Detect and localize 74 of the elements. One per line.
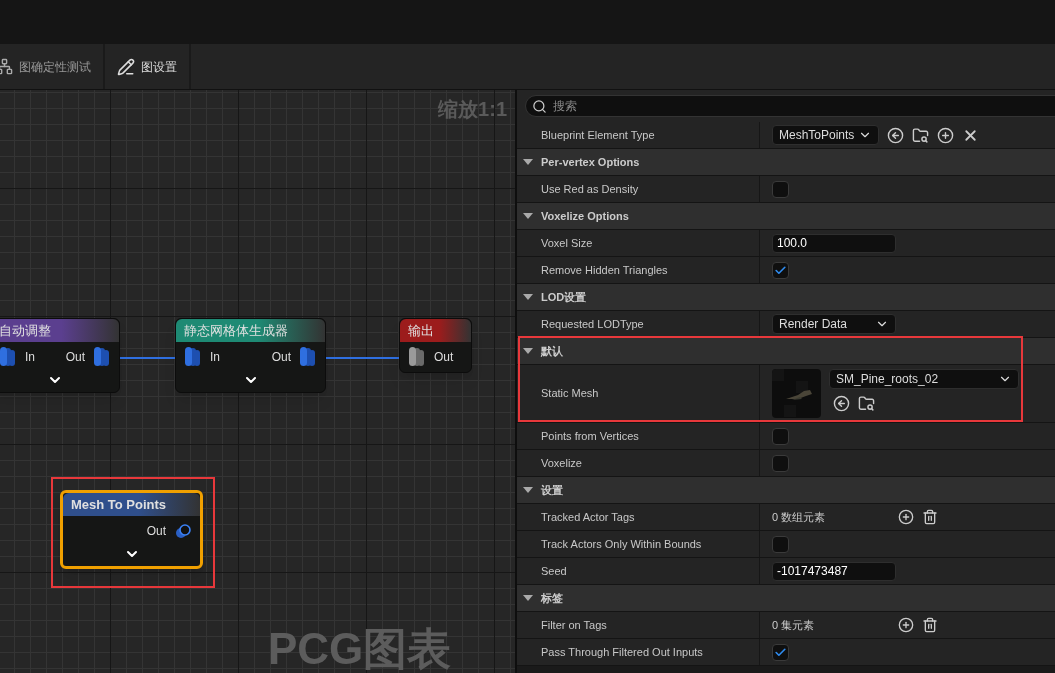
checkbox[interactable] [772, 643, 789, 661]
property-label: Voxel Size [541, 235, 593, 251]
browse-icon[interactable] [912, 126, 930, 144]
pin-icon[interactable] [0, 346, 17, 368]
section-header[interactable]: Per-vertex Options [517, 149, 1055, 176]
browse-icon[interactable] [858, 395, 875, 412]
property-label: Static Mesh [541, 386, 599, 402]
add-icon[interactable] [898, 509, 914, 525]
property-label: Seed [541, 563, 567, 579]
pin-icon[interactable] [174, 523, 192, 539]
number-field[interactable]: -1017473487 [772, 561, 896, 581]
caret-icon [523, 486, 533, 494]
property-label: Tracked Actor Tags [541, 509, 635, 525]
pin-label: Out [271, 349, 291, 366]
graph-node[interactable]: 静态网格体生成器 In Out [175, 318, 326, 393]
check-icon [774, 645, 787, 659]
node-title: Mesh To Points [71, 495, 167, 514]
search-field[interactable]: 搜索 [525, 95, 1055, 117]
check-icon [774, 263, 787, 277]
checkbox[interactable] [772, 454, 789, 472]
section-header[interactable]: LOD设置 [517, 284, 1055, 311]
pin-icon[interactable] [299, 346, 317, 368]
pin-icon[interactable] [408, 346, 426, 368]
dropdown[interactable]: Render Data [772, 314, 896, 334]
property-label: Filter on Tags [541, 617, 607, 633]
checkbox[interactable] [772, 535, 789, 553]
caret-icon [523, 594, 533, 602]
wire [119, 357, 176, 359]
property-label: Track Actors Only Within Bounds [541, 536, 702, 552]
property-label: Remove Hidden Triangles [541, 262, 668, 278]
node-title: 静态网格体生成器 [184, 321, 288, 340]
pin-label: Out [434, 349, 454, 366]
trash-icon[interactable] [922, 617, 938, 633]
graph-node[interactable]: Mesh To Points Out [60, 490, 203, 569]
dropdown[interactable]: MeshToPoints [772, 125, 880, 145]
checkbox[interactable] [772, 427, 789, 445]
property-label: Voxelize [541, 455, 582, 471]
pin-label: Out [65, 349, 85, 366]
search-icon [532, 98, 547, 114]
node-title: 输出 [408, 321, 434, 340]
property-label: Points from Vertices [541, 428, 639, 444]
number-field[interactable]: 100.0 [772, 233, 896, 253]
pin-label: Out [146, 523, 166, 540]
property-label: Pass Through Filtered Out Inputs [541, 644, 703, 660]
property-label: Blueprint Element Type [541, 127, 655, 143]
pin-icon[interactable] [93, 346, 111, 368]
section-header[interactable]: 设置 [517, 477, 1055, 504]
property-label: Use Red as Density [541, 181, 639, 197]
node-title: 自动调整 [0, 321, 51, 340]
caret-icon [523, 347, 533, 355]
property-label: Requested LODType [541, 316, 644, 332]
trash-icon[interactable] [922, 509, 938, 525]
caret-icon [523, 158, 533, 166]
section-header[interactable]: Voxelize Options [517, 203, 1055, 230]
pin-label: In [25, 349, 35, 366]
nodes-icon [0, 58, 13, 75]
graph-node[interactable]: 自动调整 In Out [0, 318, 120, 393]
pencil-icon [117, 57, 135, 76]
add-icon[interactable] [937, 126, 955, 144]
graph-node[interactable]: 输出 Out [399, 318, 472, 373]
pin-label: In [210, 349, 220, 366]
use-selected-icon[interactable] [887, 126, 905, 144]
add-icon[interactable] [898, 617, 914, 633]
element-count: 0 集元素 [772, 617, 816, 633]
caret-icon [523, 212, 533, 220]
asset-dropdown[interactable]: SM_Pine_roots_02 [829, 369, 1019, 389]
checkbox[interactable] [772, 261, 789, 279]
pin-icon[interactable] [184, 346, 202, 368]
section-header[interactable]: 标签 [517, 585, 1055, 612]
caret-icon [523, 293, 533, 301]
section-header[interactable]: 默认 [517, 338, 1055, 365]
element-count: 0 数组元素 [772, 509, 827, 525]
use-selected-icon[interactable] [833, 395, 850, 412]
checkbox[interactable] [772, 180, 789, 198]
